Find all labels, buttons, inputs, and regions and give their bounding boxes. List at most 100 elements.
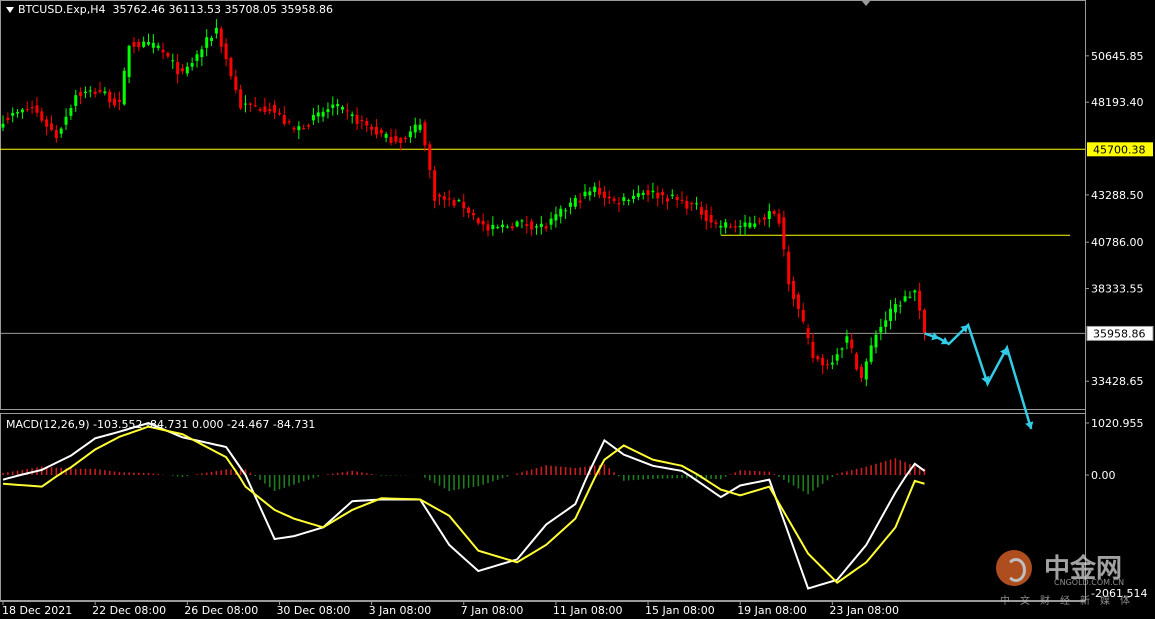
candle (617, 197, 621, 213)
level-tag-45700-label: 45700.38 (1093, 143, 1146, 156)
symbol-header: BTCUSD.Exp,H4 35762.46 36113.53 35708.05… (6, 3, 333, 16)
time-tick-label: 3 Jan 08:00 (369, 604, 432, 617)
candle (510, 222, 514, 231)
candle (113, 92, 117, 108)
candle (855, 351, 859, 372)
candle (670, 189, 674, 199)
candle (564, 207, 568, 219)
candle (704, 203, 708, 230)
candle (321, 107, 325, 122)
candle (767, 203, 771, 228)
candle (690, 201, 694, 211)
time-tick-label: 11 Jan 08:00 (553, 604, 623, 617)
candle (244, 95, 247, 113)
candle (622, 193, 626, 206)
macd-lines (2, 421, 926, 590)
candle (792, 276, 796, 307)
candle (69, 104, 73, 120)
candle (612, 196, 616, 204)
candle (787, 245, 791, 292)
candle (699, 201, 703, 220)
chevron-down-icon[interactable] (6, 7, 14, 13)
time-tick-label: 23 Jan 08:00 (829, 604, 899, 617)
candle (758, 217, 762, 225)
candle (98, 81, 102, 94)
candle (598, 180, 602, 199)
candle (680, 191, 684, 205)
candle (399, 136, 403, 151)
candle (869, 337, 873, 365)
candle (355, 107, 359, 131)
candle (753, 215, 757, 229)
price-tick-label: 33428.65 (1091, 375, 1144, 388)
watermark-url: CNGOLD.COM.CN (1054, 578, 1125, 587)
candle (292, 125, 296, 133)
candle (345, 103, 349, 120)
candle (520, 218, 524, 229)
candle (122, 67, 126, 106)
candle (505, 224, 509, 229)
candle (923, 308, 926, 341)
candle (166, 51, 170, 59)
candle (384, 131, 388, 143)
candle (709, 206, 713, 229)
watermark: 中金网 CNGOLD.COM.CN 中文财经新媒体 (996, 546, 1146, 607)
price-tick-label: 38333.55 (1091, 283, 1144, 296)
price-tick-label: 40786.00 (1091, 236, 1144, 249)
candle (777, 208, 781, 227)
candle (796, 292, 800, 318)
candle (845, 329, 849, 350)
candle (20, 107, 24, 119)
macd-panel-frame (0, 413, 1086, 601)
candle (695, 196, 699, 210)
current-price-tag-label: 35958.86 (1093, 327, 1146, 340)
candle (389, 128, 393, 146)
candle (665, 194, 669, 210)
candle (850, 333, 854, 354)
candle (360, 115, 364, 130)
candle (151, 34, 155, 54)
candle (627, 198, 631, 206)
candle (224, 38, 228, 67)
candle (568, 197, 572, 215)
candle (602, 186, 606, 207)
candle (748, 216, 752, 229)
candle (74, 89, 78, 112)
candle (263, 97, 267, 115)
candle (806, 324, 810, 345)
candle (88, 86, 92, 98)
candle (418, 118, 422, 133)
candle (801, 303, 805, 324)
candle (214, 19, 218, 39)
candle (588, 187, 592, 201)
macd-main-line (2, 421, 926, 590)
candle (200, 45, 204, 67)
level-lines (0, 148, 1085, 334)
candle (782, 210, 786, 257)
candle (486, 220, 490, 237)
candle (365, 117, 369, 133)
candle (341, 105, 344, 114)
candle (79, 87, 83, 105)
macd-histogram (2, 458, 926, 495)
candle (729, 223, 732, 229)
candle (171, 53, 175, 69)
time-tick-label: 26 Dec 08:00 (184, 604, 258, 617)
chart-shift-marker[interactable] (861, 0, 871, 6)
candle (64, 108, 68, 130)
candle (471, 209, 475, 221)
candle (530, 218, 534, 236)
candle (404, 135, 408, 143)
candle (326, 102, 330, 119)
candle (93, 87, 97, 98)
candle (176, 54, 180, 84)
candle (539, 215, 543, 235)
candle (549, 212, 553, 230)
candle (525, 215, 529, 234)
candle (743, 214, 747, 236)
macd-axis-zero: 0.00 (1091, 469, 1116, 482)
candle (462, 193, 466, 217)
candle (879, 318, 883, 341)
candle (287, 119, 291, 125)
symbol-info: BTCUSD.Exp,H4 (18, 3, 106, 16)
